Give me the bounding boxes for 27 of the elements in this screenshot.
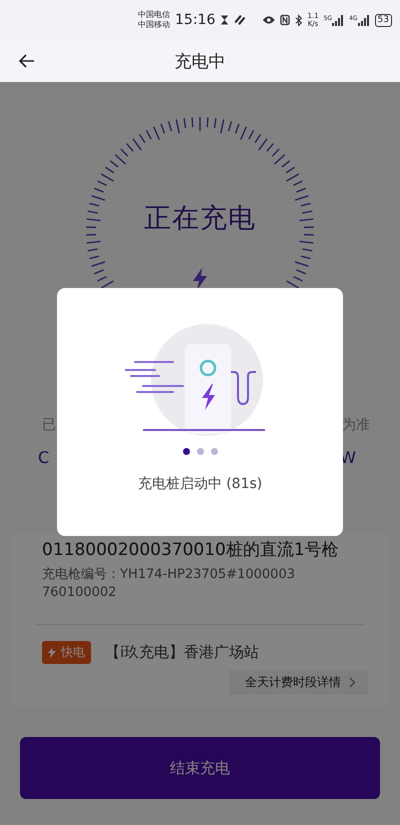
tag-label: 快电 — [61, 644, 85, 661]
battery-level: 53 — [374, 14, 392, 26]
signal-icon — [332, 14, 344, 26]
back-arrow-icon[interactable] — [19, 54, 35, 68]
bluetooth-icon — [295, 14, 302, 26]
pricing-details-button[interactable]: 全天计费时段详情 — [229, 670, 368, 695]
carrier-name: 中国移动 — [138, 20, 170, 30]
chevron-right-icon — [349, 677, 356, 688]
eye-icon — [262, 15, 276, 25]
hourglass-icon — [220, 14, 230, 26]
lightning-icon — [48, 647, 56, 658]
charger-name: 01180002000370010桩的直流1号枪 — [42, 539, 340, 562]
lightning-icon — [192, 268, 208, 290]
info-text: 已 — [42, 416, 56, 435]
carrier-name: 中国电信 — [138, 10, 170, 20]
station-name: 【i玖充电】香港广场站 — [105, 643, 260, 662]
nfc-icon — [280, 14, 290, 26]
page-title: 充电中 — [174, 50, 226, 72]
info-text: 为准 — [342, 416, 370, 435]
stat-value: C — [38, 448, 50, 469]
signal-icon — [358, 14, 370, 26]
link-icon — [234, 14, 246, 26]
charging-status: 正在充电 — [144, 202, 256, 236]
clock-time: 15:16 — [175, 12, 216, 28]
gun-number: 充电枪编号：YH174-HP23705#1000003760100002 — [42, 566, 296, 602]
end-charging-button[interactable]: 结束充电 — [20, 737, 380, 799]
loading-message: 充电桩启动中 (81s) — [138, 475, 262, 493]
